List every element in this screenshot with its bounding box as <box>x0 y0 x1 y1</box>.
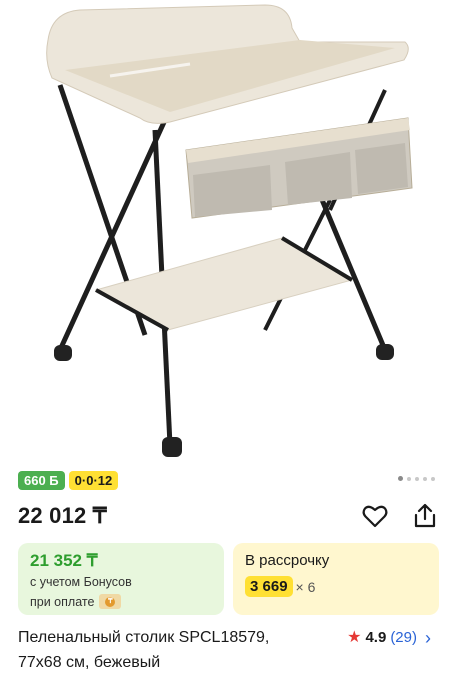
bonus-payment-note: при оплате ₸ <box>30 594 122 609</box>
chevron-right-icon: › <box>425 628 431 648</box>
heart-icon <box>362 505 388 528</box>
gallery-dot[interactable] <box>415 476 419 481</box>
installment-row: 3 669 × 6 <box>245 576 315 597</box>
bonus-caption: с учетом Бонусов <box>30 575 132 589</box>
share-icon <box>414 503 436 528</box>
product-title-line1: Пеленальный столик SPCL18579, <box>18 629 270 646</box>
product-title-line2: 77x68 см, бежевый <box>18 654 161 671</box>
product-rating[interactable]: ★ 4.9 (29) › <box>347 627 431 649</box>
star-icon: ★ <box>347 629 362 646</box>
installment-months: × 6 <box>295 578 316 595</box>
gallery-dot[interactable] <box>431 476 435 481</box>
gallery-dot-active[interactable] <box>398 476 403 481</box>
bonus-payment-label: при оплате <box>30 594 95 609</box>
coin-icon: ₸ <box>99 594 122 609</box>
gallery-pagination[interactable] <box>398 476 435 481</box>
product-price: 22 012 ₸ <box>18 503 107 528</box>
installment-title: В рассрочку <box>245 552 330 569</box>
rating-value: 4.9 <box>365 629 387 646</box>
favorite-button[interactable] <box>361 502 389 530</box>
bonus-badge: 660 Б <box>18 471 65 490</box>
share-button[interactable] <box>411 502 439 530</box>
installment-badge: 0·0·12 <box>68 471 119 490</box>
bonus-price-card[interactable]: 21 352 ₸ с учетом Бонусов при оплате ₸ <box>18 543 224 615</box>
reviews-count[interactable]: (29) <box>390 627 417 649</box>
installment-card[interactable]: В рассрочку 3 669 × 6 <box>233 543 439 615</box>
product-actions <box>361 502 439 530</box>
product-image[interactable] <box>0 0 459 462</box>
gallery-dot[interactable] <box>407 476 411 481</box>
promo-badges: 660 Б 0·0·12 <box>18 471 119 490</box>
bonus-price: 21 352 ₸ <box>30 551 98 570</box>
installment-amount: 3 669 <box>245 576 293 597</box>
gallery-dot[interactable] <box>423 476 427 481</box>
